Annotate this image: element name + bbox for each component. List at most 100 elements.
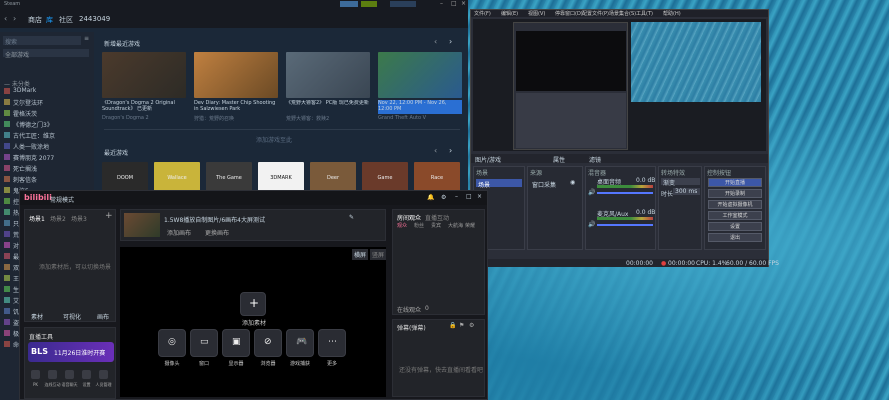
account-button[interactable] (390, 1, 416, 7)
live-tool-item[interactable]: 设置 (78, 368, 95, 398)
obs-control-button[interactable]: 退出 (708, 233, 762, 242)
forward-arrow-icon[interactable]: › (13, 14, 16, 23)
nav-username[interactable]: 2443049 (79, 15, 110, 23)
add-material-button[interactable]: + (240, 292, 266, 316)
minimize-icon[interactable]: – (440, 0, 443, 7)
obs-control-button[interactable]: 开始录制 (708, 189, 762, 198)
footer-canvas-button[interactable]: 画布 (97, 312, 109, 321)
news-card[interactable]: 《Dragon's Dogma 2 Original Soundtrack》 已… (102, 52, 186, 122)
obs-scene-item[interactable]: 场景 (476, 179, 522, 189)
preview-canvas: 横屏 竖屏 + 添加素材 ◎ 摄像头 ▭ 窗口 ▣ 显示器 ⊘ 浏览器 🎮 游戏捕获 ⋯ 更多 (120, 247, 387, 397)
mic-icon[interactable]: 🔊 (588, 221, 595, 228)
obs-control-button[interactable]: 开始直播 (708, 178, 762, 187)
library-list-item[interactable]: 霍格沃茨 (2, 108, 90, 118)
library-list-item[interactable]: 死亡搁浅 (2, 163, 90, 173)
edit-icon[interactable]: ✎ (349, 214, 354, 221)
change-canvas-button[interactable]: 更换画布 (205, 228, 229, 237)
library-list-item[interactable]: 《博德之门3》 (2, 119, 90, 129)
add-scene-icon[interactable]: + (105, 211, 113, 221)
scene-tab-3[interactable]: 场景3 (71, 214, 87, 223)
transition-select[interactable]: 渐变 (661, 178, 700, 187)
library-list-item[interactable]: 人类一败涂地 (2, 141, 90, 151)
obs-menu-item[interactable]: 停靠窗口(D) (555, 10, 583, 17)
maximize-icon[interactable]: □ (451, 0, 457, 7)
bell-icon[interactable]: 🔔 (427, 194, 434, 201)
eye-icon[interactable]: ◉ (570, 179, 575, 186)
tool-button[interactable]: ◎ 摄像头 (158, 329, 186, 369)
obs-properties-button[interactable]: 属性 (553, 155, 565, 164)
shelf2-next-icon[interactable]: › (449, 146, 452, 155)
tool-button[interactable]: ▣ 显示器 (222, 329, 250, 369)
library-list-item[interactable]: 艾尔登法环 (2, 97, 90, 107)
obs-menu-item[interactable]: 配置文件(P) (582, 10, 609, 17)
mode-select[interactable]: 常规模式 (50, 195, 74, 204)
tab-interaction[interactable]: 直播互动 (425, 213, 449, 222)
obs-menu-item[interactable]: 场景集合(S) (609, 10, 636, 17)
filter-icon[interactable]: ⚑ (459, 322, 464, 329)
library-list-item[interactable]: 3DMark (2, 86, 90, 96)
settings-icon[interactable]: ⚙ (469, 322, 474, 329)
search-input[interactable]: 搜索 (3, 36, 81, 46)
filter-icon[interactable]: ≡ (84, 35, 89, 42)
portrait-badge[interactable]: 竖屏 (370, 249, 387, 260)
tool-button[interactable]: 🎮 游戏捕获 (286, 329, 314, 369)
library-list-item[interactable]: 古代工匠：维京 (2, 130, 90, 140)
volume-slider[interactable] (597, 224, 653, 226)
obs-control-button[interactable]: 开始虚拟摄像机 (708, 200, 762, 209)
nav-community[interactable]: 社区 (59, 15, 73, 25)
live-tool-item[interactable]: 人员管理 (95, 368, 112, 398)
nav-store[interactable]: 商店 (28, 15, 42, 25)
library-list-item[interactable]: 刺客信条 (2, 174, 90, 184)
obs-menu-item[interactable]: 文件(F) (474, 10, 491, 17)
shelf2-prev-icon[interactable]: ‹ (434, 146, 437, 155)
notify-button[interactable] (340, 1, 358, 7)
obs-control-button[interactable]: 设置 (708, 222, 762, 231)
audience-subtab[interactable]: 观众 (397, 222, 407, 229)
audience-subtab[interactable]: 荣耀 (465, 222, 475, 229)
footer-visual-button[interactable]: 可视化 (63, 312, 81, 321)
live-tool-item[interactable]: PK (27, 368, 44, 398)
lock-icon[interactable]: 🔒 (449, 322, 456, 329)
obs-control-button[interactable]: 工作室模式 (708, 211, 762, 220)
tab-audience[interactable]: 房间观众 (397, 213, 421, 222)
tool-button[interactable]: ⋯ 更多 (318, 329, 346, 369)
live-tool-item[interactable]: 语音聊天 (61, 368, 78, 398)
add-canvas-button[interactable]: 添加画布 (167, 228, 191, 237)
obs-menu-item[interactable]: 工具(T) (636, 10, 653, 17)
audience-subtab[interactable]: 大航海 (448, 222, 463, 229)
maximize-icon[interactable]: □ (466, 193, 472, 200)
nav-library[interactable]: 库 (46, 15, 53, 25)
close-icon[interactable]: × (477, 193, 482, 200)
news-card[interactable]: 《荒野大镖客2》 PC版 现已免费更新 荒野大镖客：救赎2 (286, 52, 370, 122)
volume-slider[interactable] (597, 192, 653, 194)
scene-tab-2[interactable]: 场景2 (50, 214, 66, 223)
tool-button[interactable]: ▭ 窗口 (190, 329, 218, 369)
obs-menu-item[interactable]: 帮助(H) (663, 10, 681, 17)
news-card[interactable]: Dev Diary: Master Chip Shooting in Salzw… (194, 52, 278, 122)
filter-select[interactable]: 全部游戏 (3, 49, 89, 59)
friends-button[interactable] (361, 1, 377, 7)
event-banner[interactable]: BLS 11月26日淮时开赛 (28, 342, 114, 362)
library-list-item[interactable]: 赛博朋克 2077 (2, 152, 90, 162)
back-arrow-icon[interactable]: ‹ (4, 14, 7, 23)
shelf1-prev-icon[interactable]: ‹ (434, 37, 437, 46)
obs-source-item[interactable]: 窗口采集 (532, 180, 556, 189)
live-tool-item[interactable]: 连线互动 (44, 368, 61, 398)
shelf1-next-icon[interactable]: › (449, 37, 452, 46)
tool-button[interactable]: ⊘ 浏览器 (254, 329, 282, 369)
obs-menu-item[interactable]: 视图(V) (528, 10, 545, 17)
landscape-badge[interactable]: 横屏 (352, 249, 369, 260)
add-shelf-hint[interactable]: 添加游戏至此 (256, 135, 292, 144)
scene-tab-1[interactable]: 场景1 (29, 214, 45, 223)
close-icon[interactable]: × (461, 0, 466, 7)
news-card[interactable]: Nov 22, 12:00 PM - Nov 26, 12:00 PM Grand… (378, 52, 462, 122)
speaker-icon[interactable]: 🔊 (588, 189, 595, 196)
obs-filters-button[interactable]: 滤镜 (589, 155, 601, 164)
obs-menu-item[interactable]: 编辑(E) (501, 10, 518, 17)
transition-duration[interactable]: 300 ms (673, 188, 700, 195)
settings-icon[interactable]: ⚙ (441, 194, 446, 201)
audience-subtab[interactable]: 粉丝 (414, 222, 424, 229)
audience-subtab[interactable]: 贵宾 (431, 222, 441, 229)
footer-material-button[interactable]: 素材 (31, 312, 43, 321)
minimize-icon[interactable]: – (455, 193, 458, 200)
